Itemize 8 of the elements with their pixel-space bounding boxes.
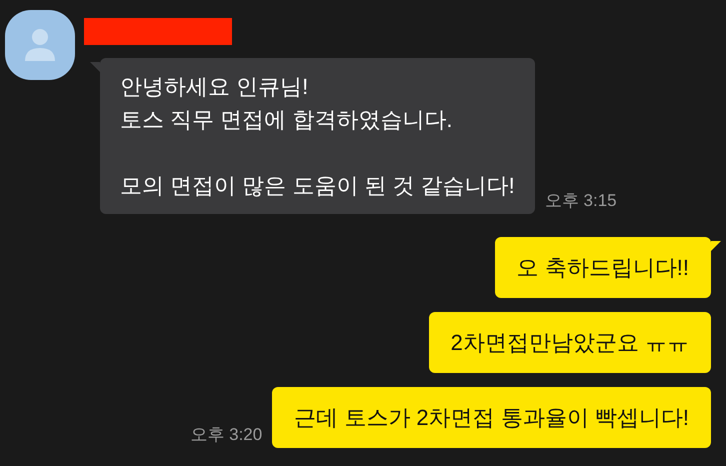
- person-icon: [23, 27, 57, 63]
- sent-message-bubble: 2차면접만남았군요 ㅠㅠ: [428, 312, 711, 373]
- sent-message-bubble: 근데 토스가 2차면접 통과율이 빡셉니다!: [272, 387, 711, 448]
- message-time: 오후 3:15: [544, 190, 617, 212]
- received-message-bubble: 안녕하세요 인큐님! 토스 직무 면접에 합격하였습니다. 모의 면접이 많은 도움이 된 것 같습니다!: [100, 58, 535, 214]
- message-time: 오후 3:20: [190, 424, 262, 446]
- avatar[interactable]: [5, 10, 75, 80]
- sent-message-bubble: 오 축하드립니다!!: [494, 237, 711, 298]
